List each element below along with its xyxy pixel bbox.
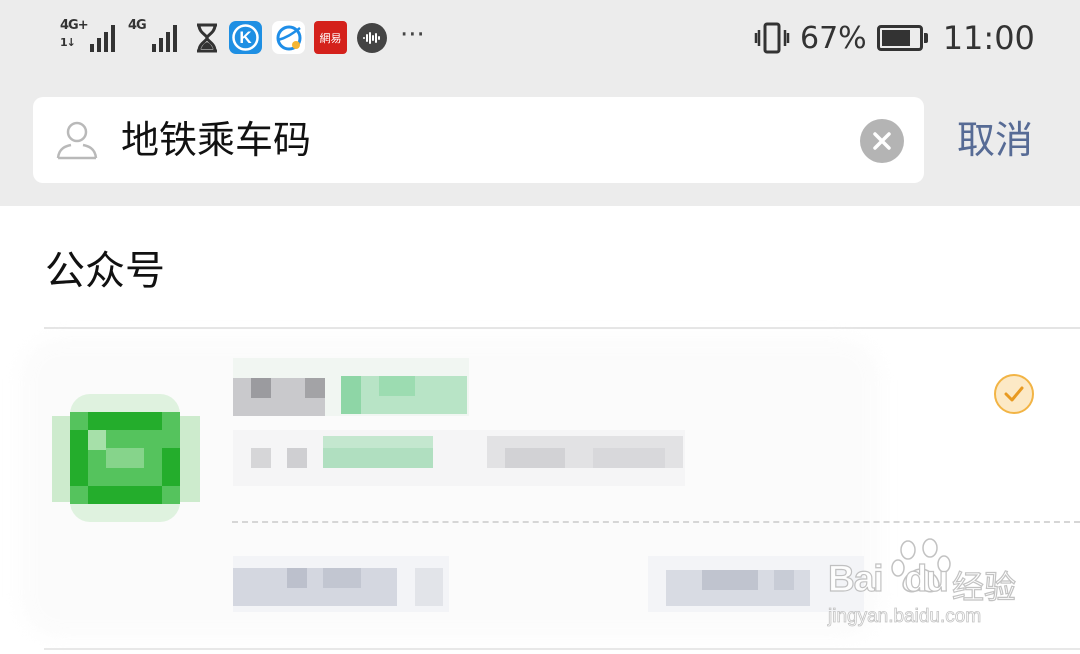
divider — [44, 648, 1080, 650]
watermark-url: jingyan.baidu.com — [828, 606, 982, 628]
watermark-brand: Bai du — [827, 557, 949, 599]
divider — [44, 327, 1080, 329]
close-icon — [873, 132, 891, 150]
clock-time: 11:00 — [942, 19, 1035, 57]
hourglass-icon — [190, 21, 223, 54]
battery-percent: 67% — [800, 20, 867, 56]
cancel-button[interactable]: 取消 — [957, 116, 1033, 164]
svg-text:K: K — [239, 28, 252, 47]
result-description-blurred — [233, 430, 685, 486]
browser-icon — [272, 21, 305, 54]
signal-strength-2-icon: 4G — [128, 18, 183, 52]
signal-strength-1-icon: 4G+ 1↓ — [60, 18, 120, 52]
k-app-icon: K — [229, 21, 262, 54]
status-bar: 4G+ 1↓ 4G K 網易 ··· 67% 11:00 — [0, 0, 1080, 78]
more-notifications-icon: ··· — [400, 20, 425, 50]
section-title-official-accounts: 公众号 — [45, 248, 165, 294]
search-query: 地铁乘车码 — [121, 118, 312, 162]
vibrate-icon — [754, 22, 790, 54]
result-footer-left-blurred — [233, 556, 453, 612]
search-input[interactable]: 地铁乘车码 — [33, 97, 924, 183]
clear-search-button[interactable] — [860, 119, 904, 163]
watermark-cn: 经验 — [951, 567, 1017, 606]
result-title-blurred — [233, 358, 473, 416]
netease-icon: 網易 — [314, 21, 347, 54]
baidu-jingyan-watermark: Bai du 经验 jingyan.baidu.com — [827, 536, 1028, 636]
status-right: 67% 11:00 — [752, 18, 1035, 58]
dashed-divider — [232, 521, 1080, 523]
avatar — [52, 394, 200, 522]
contact-person-icon — [56, 121, 98, 160]
podcast-icon — [357, 23, 387, 53]
battery-icon — [876, 25, 929, 51]
verified-badge-icon — [994, 374, 1034, 414]
